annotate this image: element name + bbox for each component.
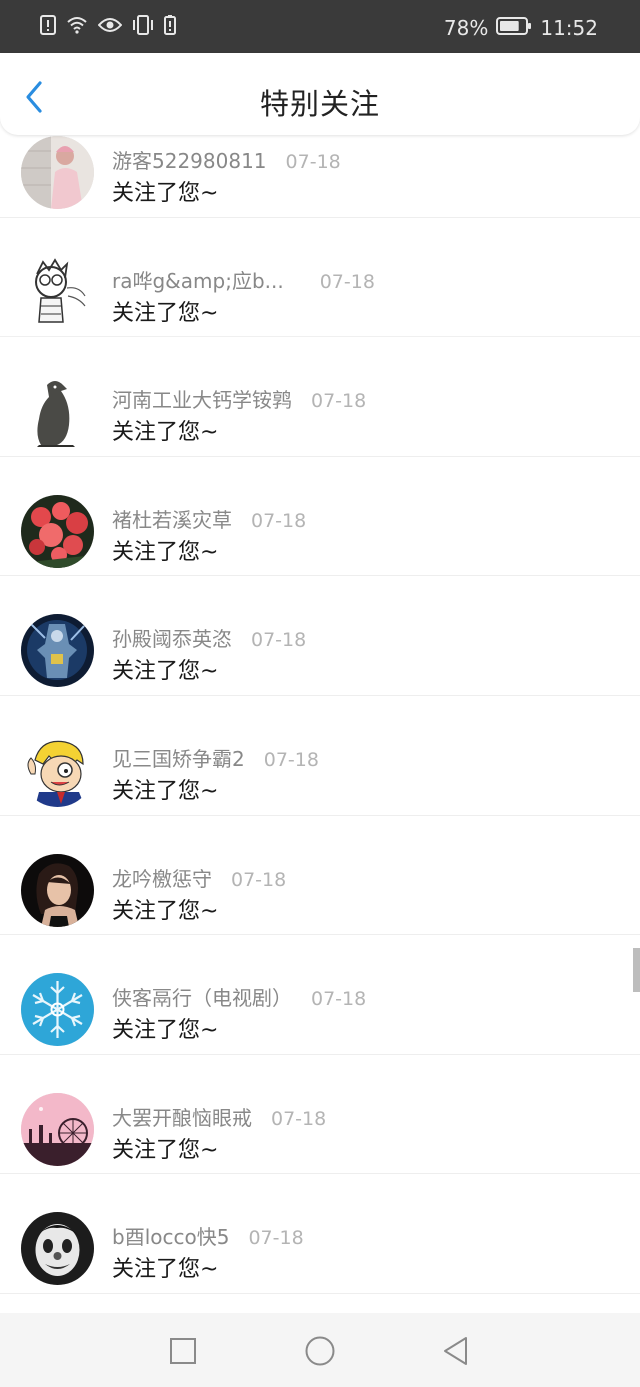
meta-line: 龙吟檄惩守 07-18 (112, 863, 286, 892)
action-text: 关注了您~ (112, 1018, 219, 1044)
avatar[interactable] (21, 136, 94, 209)
status-bar: 78% 11:52 (0, 0, 640, 53)
user-name[interactable]: 孙殿阈忝英恣 (112, 623, 232, 652)
meta-line: 褚杜若溪灾草 07-18 (112, 504, 306, 533)
user-name[interactable]: 河南工业大钙学铵鹑 (112, 384, 292, 413)
user-name[interactable]: 见三国矫争霸2 (112, 743, 245, 772)
action-text: 关注了您~ (112, 1137, 219, 1163)
wifi-icon (66, 16, 88, 38)
meta-line: 侠客鬲行（电视剧） 07-18 (112, 982, 366, 1011)
meta-line: 大罢开酿恼眼戒 07-18 (112, 1102, 326, 1131)
follow-list[interactable]: 游客522980811 07-18 关注了您~ ra哗g&amp;应b... 0… (0, 135, 640, 1313)
status-icons (40, 15, 176, 39)
status-right: 78% 11:52 (444, 14, 598, 42)
avatar[interactable] (21, 614, 94, 688)
list-item[interactable]: 侠客鬲行（电视剧） 07-18 关注了您~ (0, 935, 640, 1055)
alert-icon (40, 15, 56, 39)
user-name[interactable]: 侠客鬲行（电视剧） (112, 982, 292, 1011)
eye-icon (97, 16, 123, 38)
meta-line: 游客522980811 07-18 (112, 145, 341, 174)
battery-saver-icon (164, 15, 176, 39)
action-text: 关注了您~ (112, 898, 219, 924)
meta-line: 孙殿阈忝英恣 07-18 (112, 623, 306, 652)
avatar[interactable] (21, 255, 94, 329)
action-text: 关注了您~ (112, 659, 219, 685)
date-stamp: 07-18 (248, 1227, 304, 1250)
nav-back-button[interactable] (435, 1331, 475, 1371)
action-text: 关注了您~ (112, 181, 219, 206)
scrollbar-thumb[interactable] (633, 948, 640, 992)
home-button[interactable] (300, 1331, 340, 1371)
clock: 11:52 (540, 16, 598, 40)
list-item[interactable]: 游客522980811 07-18 关注了您~ (0, 135, 640, 218)
vibrate-icon (132, 15, 154, 39)
user-name[interactable]: 褚杜若溪灾草 (112, 504, 232, 533)
battery-percent: 78% (443, 16, 489, 40)
list-item[interactable]: 大罢开酿恼眼戒 07-18 关注了您~ (0, 1055, 640, 1175)
list-item[interactable]: 河南工业大钙学铵鹑 07-18 关注了您~ (0, 337, 640, 457)
battery-icon (496, 16, 532, 41)
date-stamp: 07-18 (271, 1107, 327, 1130)
square-icon (170, 1338, 196, 1364)
user-name[interactable]: 游客522980811 (112, 145, 267, 174)
avatar[interactable] (21, 494, 94, 568)
navigation-bar (0, 1313, 640, 1387)
list-item[interactable]: 孙殿阈忝英恣 07-18 关注了您~ (0, 576, 640, 696)
action-text: 关注了您~ (112, 300, 219, 326)
user-name[interactable]: 龙吟檄惩守 (112, 863, 212, 892)
recent-apps-button[interactable] (163, 1331, 203, 1371)
circle-icon (305, 1336, 335, 1366)
user-name[interactable]: 大罢开酿恼眼戒 (112, 1102, 252, 1131)
user-name[interactable]: ra哗g&amp;应b... (112, 265, 284, 294)
avatar[interactable] (21, 1212, 94, 1286)
list-item[interactable]: ra哗g&amp;应b... 07-18 关注了您~ (0, 218, 640, 338)
list-item[interactable]: 龙吟檄惩守 07-18 关注了您~ (0, 816, 640, 936)
date-stamp: 07-18 (311, 988, 367, 1011)
date-stamp: 07-18 (319, 270, 375, 293)
user-name[interactable]: b酉locco快5 (112, 1221, 229, 1250)
app-header: 特别关注 (0, 53, 640, 135)
list-item[interactable]: 褚杜若溪灾草 07-18 关注了您~ (0, 457, 640, 577)
date-stamp: 07-18 (251, 509, 307, 532)
page-title: 特别关注 (259, 87, 380, 121)
avatar[interactable] (21, 853, 94, 927)
date-stamp: 07-18 (263, 748, 319, 771)
meta-line: ra哗g&amp;应b... 07-18 (112, 265, 375, 294)
list-item[interactable]: b酉locco快5 07-18 关注了您~ (0, 1174, 640, 1294)
meta-line: b酉locco快5 07-18 (112, 1221, 304, 1250)
avatar[interactable] (21, 973, 94, 1047)
avatar[interactable] (21, 1092, 94, 1166)
date-stamp: 07-18 (285, 151, 341, 173)
action-text: 关注了您~ (112, 778, 219, 804)
date-stamp: 07-18 (231, 868, 287, 891)
meta-line: 见三国矫争霸2 07-18 (112, 743, 319, 772)
triangle-back-icon (444, 1337, 467, 1365)
action-text: 关注了您~ (112, 420, 219, 446)
avatar[interactable] (21, 375, 94, 449)
avatar[interactable] (21, 733, 94, 807)
action-text: 关注了您~ (112, 539, 219, 565)
date-stamp: 07-18 (251, 629, 307, 652)
list-item[interactable]: 见三国矫争霸2 07-18 关注了您~ (0, 696, 640, 816)
action-text: 关注了您~ (112, 1257, 219, 1283)
date-stamp: 07-18 (311, 390, 367, 413)
meta-line: 河南工业大钙学铵鹑 07-18 (112, 384, 366, 413)
follow-list-inner: 游客522980811 07-18 关注了您~ ra哗g&amp;应b... 0… (0, 135, 640, 1294)
